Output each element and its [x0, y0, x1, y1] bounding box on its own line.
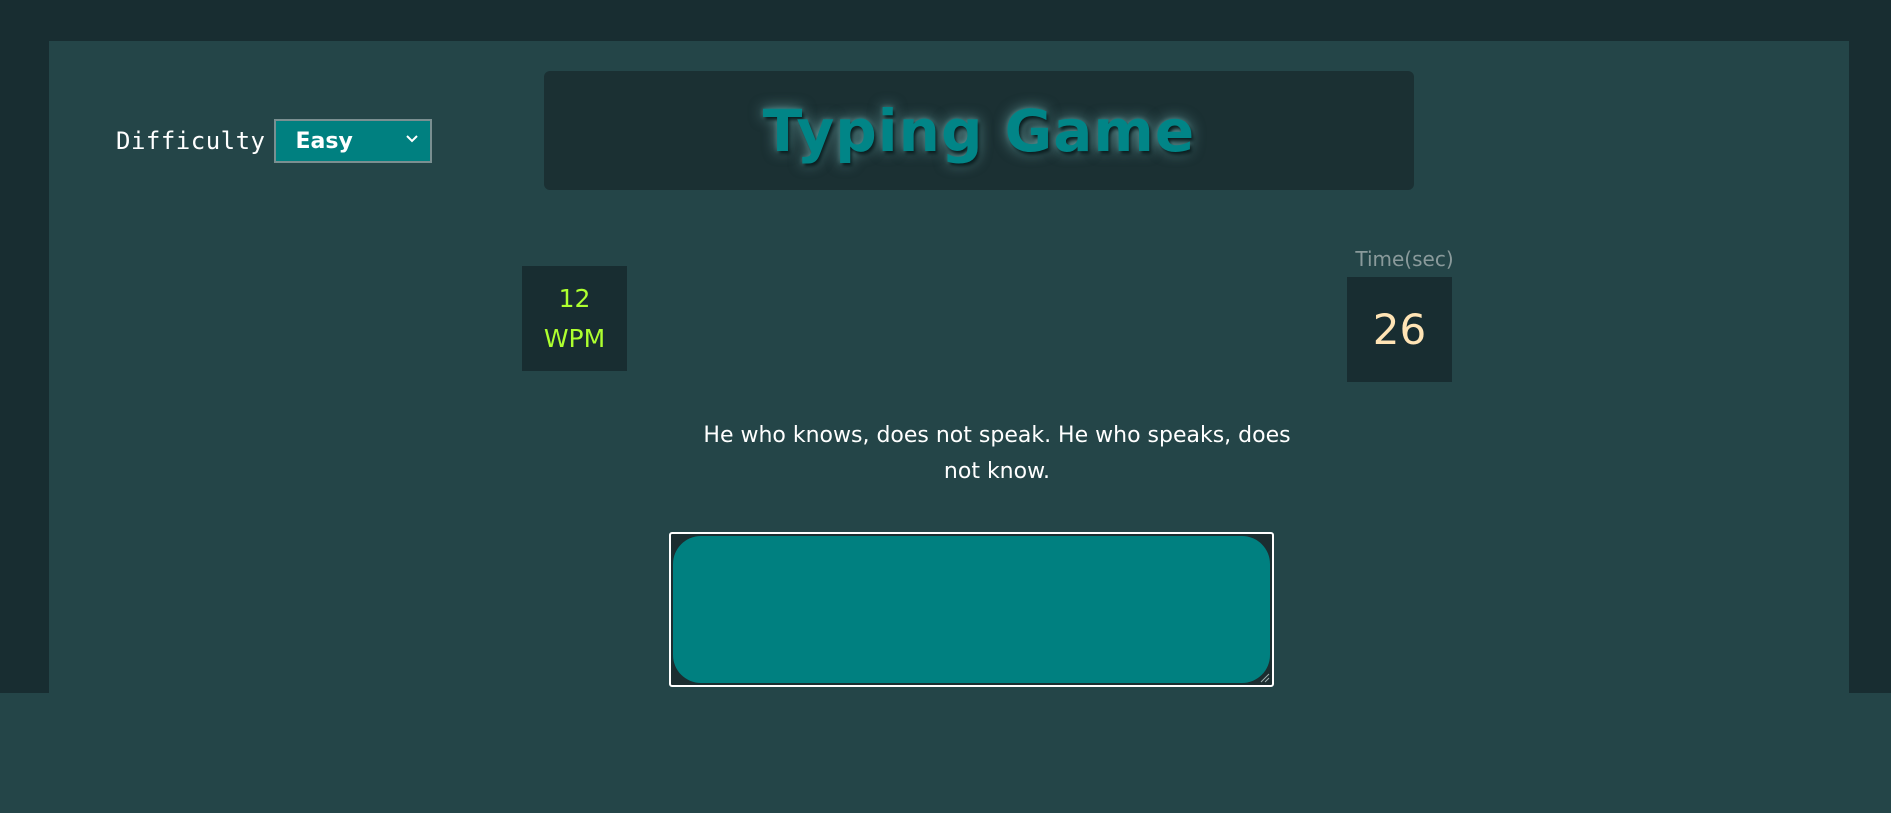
wpm-value: 12: [558, 283, 591, 313]
resize-handle-icon[interactable]: [1258, 671, 1270, 683]
time-label: Time(sec): [1355, 247, 1454, 271]
page-title: Typing Game: [762, 96, 1196, 165]
wpm-label: WPM: [543, 323, 606, 353]
title-banner: Typing Game: [544, 71, 1414, 190]
typing-input[interactable]: [673, 536, 1270, 683]
difficulty-selected-value: Easy: [295, 128, 353, 154]
game-container: Difficulty Easy Typing Game 12 WPM Time(…: [49, 41, 1849, 693]
typing-area: [669, 532, 1274, 687]
wpm-display: 12 WPM: [522, 266, 627, 371]
difficulty-label: Difficulty: [116, 127, 266, 155]
difficulty-select[interactable]: Easy: [273, 119, 432, 163]
quote-text: He who knows, does not speak. He who spe…: [703, 423, 1291, 484]
difficulty-control: Difficulty Easy: [116, 119, 432, 163]
time-value: 26: [1372, 305, 1427, 354]
time-display: 26: [1347, 277, 1452, 382]
chevron-down-icon: [405, 135, 418, 143]
